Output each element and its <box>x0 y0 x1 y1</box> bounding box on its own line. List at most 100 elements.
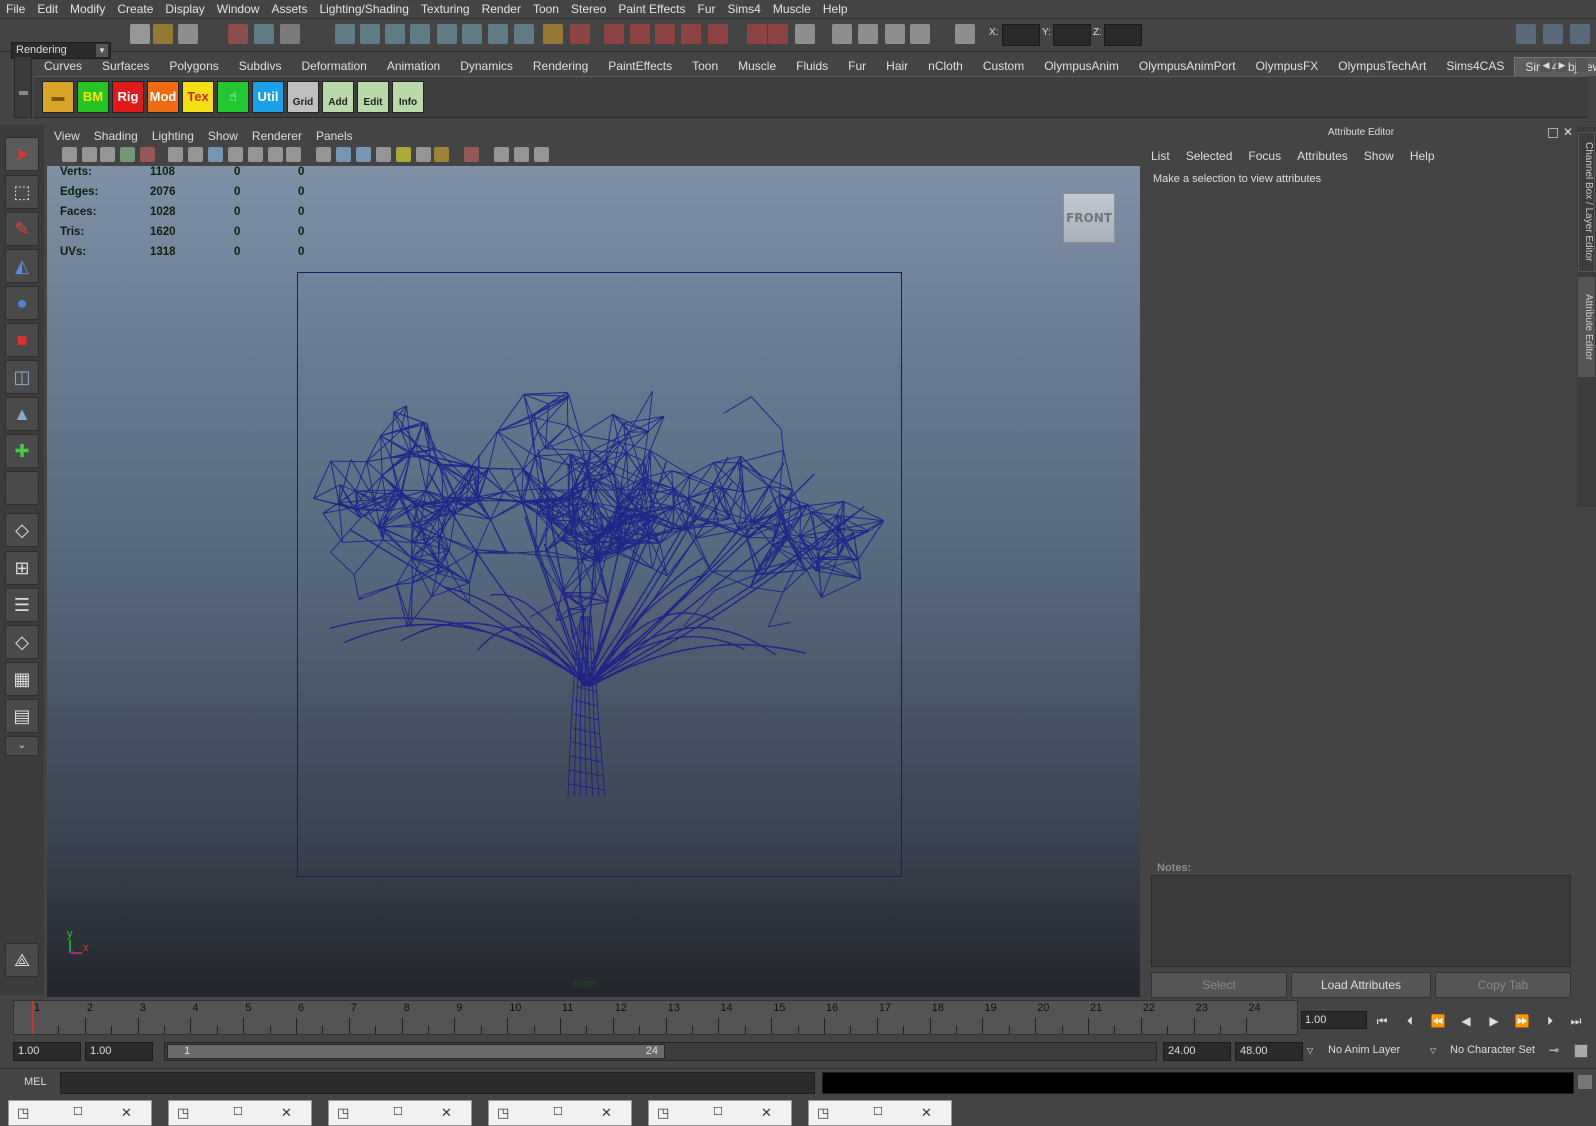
paint-select-icon[interactable]: ✎ <box>5 212 39 246</box>
viewport-menu-show[interactable]: Show <box>201 129 245 143</box>
2d-pan-icon[interactable] <box>140 147 155 162</box>
menu-window[interactable]: Window <box>211 2 266 16</box>
outliner-icon[interactable] <box>1543 24 1563 44</box>
move-tool-icon[interactable]: ◭ <box>5 249 39 283</box>
menu-file[interactable]: File <box>0 2 31 16</box>
close-icon[interactable]: ✕ <box>921 1105 932 1121</box>
shelf-menu-icon-right[interactable] <box>1576 58 1588 72</box>
ae-menu-attributes[interactable]: Attributes <box>1289 149 1356 163</box>
minimized-window[interactable]: ◳ ☐ ✕ <box>648 1100 792 1126</box>
shelf-tab-hair[interactable]: Hair <box>876 57 918 76</box>
rig-button[interactable]: Rig <box>112 81 144 113</box>
save-scene-icon[interactable] <box>178 24 198 44</box>
bm-button[interactable]: BM <box>77 81 109 113</box>
snap-toggle-icon[interactable] <box>955 24 975 44</box>
magnet-icon[interactable] <box>604 24 624 44</box>
xray-icon[interactable] <box>494 147 509 162</box>
chevron-down-icon[interactable]: ▽ <box>1430 1046 1436 1055</box>
shelf-scroll-right-icon[interactable]: ▶ <box>1556 58 1568 72</box>
new-scene-icon[interactable] <box>130 24 150 44</box>
animation-start-field[interactable]: 1.00 <box>13 1042 81 1061</box>
step-back-icon[interactable]: ⏴ <box>1400 1013 1420 1029</box>
bookmark-icon[interactable] <box>100 147 115 162</box>
hypershade-icon[interactable] <box>832 24 852 44</box>
minimized-window[interactable]: ◳ ☐ ✕ <box>488 1100 632 1126</box>
minimized-window[interactable]: ◳ ☐ ✕ <box>328 1100 472 1126</box>
resolution-gate-icon[interactable] <box>208 147 223 162</box>
ae-menu-show[interactable]: Show <box>1356 149 1402 163</box>
isolate-icon[interactable] <box>464 147 479 162</box>
menu-fur[interactable]: Fur <box>692 2 722 16</box>
viewport-menu-view[interactable]: View <box>47 129 87 143</box>
render-region-icon[interactable] <box>570 24 590 44</box>
play-forwards-icon[interactable]: ▶ <box>1484 1013 1504 1029</box>
sphere-icon[interactable] <box>885 24 905 44</box>
current-time-field[interactable]: 1.00 <box>1301 1011 1367 1029</box>
go-to-end-icon[interactable]: ⏭ <box>1566 1013 1586 1029</box>
camera-attr-icon[interactable] <box>82 147 97 162</box>
shelf-tab-olympusfx[interactable]: OlympusFX <box>1246 57 1329 76</box>
single-perspective-icon[interactable]: ◇ <box>5 513 39 547</box>
step-forward-icon[interactable]: ⏵ <box>1540 1013 1560 1029</box>
tool-settings-icon[interactable] <box>1570 24 1590 44</box>
select-object-icon[interactable] <box>254 24 274 44</box>
four-view-icon[interactable]: ⊞ <box>5 551 39 585</box>
folder-icon[interactable]: ▬ <box>42 81 74 113</box>
menu-texturing[interactable]: Texturing <box>415 2 476 16</box>
step-forward-key-icon[interactable]: ⏩ <box>1512 1013 1532 1029</box>
sphere-material-icon[interactable] <box>434 147 449 162</box>
shelf-tab-fur[interactable]: Fur <box>838 57 876 76</box>
hypershade-persp-icon[interactable]: ▦ <box>5 662 39 696</box>
snap-live-icon[interactable] <box>437 24 457 44</box>
range-slider[interactable]: 1 24 <box>164 1042 1157 1061</box>
texture-icon[interactable] <box>376 147 391 162</box>
viewport-menu-panels[interactable]: Panels <box>309 129 360 143</box>
menu-modify[interactable]: Modify <box>64 2 111 16</box>
help-icon[interactable] <box>514 24 534 44</box>
persp-graph-hyper-icon[interactable]: ▤ <box>5 699 39 733</box>
channel-box-tab[interactable]: Channel Box / Layer Editor <box>1578 132 1595 272</box>
playback-end-field[interactable]: 24.00 <box>1163 1042 1231 1061</box>
magnet2-icon[interactable] <box>630 24 650 44</box>
edit-button[interactable]: Edit <box>357 81 389 113</box>
range-slider-handle[interactable]: 1 24 <box>167 1044 665 1059</box>
minimized-window[interactable]: ◳ ☐ ✕ <box>808 1100 952 1126</box>
key-icon[interactable]: ⊸ <box>1549 1043 1559 1057</box>
close-icon[interactable]: ✕ <box>1563 125 1573 139</box>
snap-plane-icon[interactable] <box>410 24 430 44</box>
magnet5-icon[interactable] <box>708 24 728 44</box>
graph-icon[interactable] <box>910 24 930 44</box>
shelf-tab-olympustechart[interactable]: OlympusTechArt <box>1328 57 1436 76</box>
animation-end-field[interactable]: 48.00 <box>1235 1042 1303 1061</box>
safe-action-icon[interactable] <box>268 147 283 162</box>
lock-icon[interactable] <box>543 24 563 44</box>
playback-start-field[interactable]: 1.00 <box>85 1042 153 1061</box>
viewport-menu-renderer[interactable]: Renderer <box>245 129 309 143</box>
scale-tool-icon[interactable]: ■ <box>5 323 39 357</box>
history-icon[interactable] <box>462 24 482 44</box>
restore-icon[interactable]: ☐ <box>73 1105 83 1118</box>
shelf-tab-animation[interactable]: Animation <box>377 57 450 76</box>
shelf-tab-rendering[interactable]: Rendering <box>523 57 598 76</box>
chevron-down-icon[interactable]: ⌄ <box>5 736 39 756</box>
xray-components-icon[interactable] <box>534 147 549 162</box>
menu-render[interactable]: Render <box>476 2 527 16</box>
gate-mask-icon[interactable] <box>228 147 243 162</box>
shelf-tab-olympusanimport[interactable]: OlympusAnimPort <box>1129 57 1246 76</box>
notes-field[interactable] <box>1151 875 1571 967</box>
select-hierarchy-icon[interactable] <box>228 24 248 44</box>
mel-label[interactable]: MEL <box>24 1076 47 1088</box>
render-icon[interactable] <box>747 24 767 44</box>
time-slider[interactable]: 1 2 3 4 5 6 7 8 9 10 11 12 13 14 15 16 17 18 19 20 21 22 23 24 <box>13 1000 1298 1035</box>
grid-button[interactable]: Grid <box>287 81 319 113</box>
image-plane-icon[interactable] <box>120 147 135 162</box>
close-icon[interactable]: ✕ <box>281 1105 292 1121</box>
open-scene-icon[interactable] <box>153 24 173 44</box>
x-field[interactable] <box>1002 24 1040 46</box>
select-tool-icon[interactable]: ➤ <box>5 137 39 171</box>
menu-sims4[interactable]: Sims4 <box>722 2 767 16</box>
menu-edit[interactable]: Edit <box>31 2 64 16</box>
mel-input[interactable] <box>60 1072 815 1094</box>
shelf-tab-ncloth[interactable]: nCloth <box>918 57 973 76</box>
menu-create[interactable]: Create <box>111 2 159 16</box>
